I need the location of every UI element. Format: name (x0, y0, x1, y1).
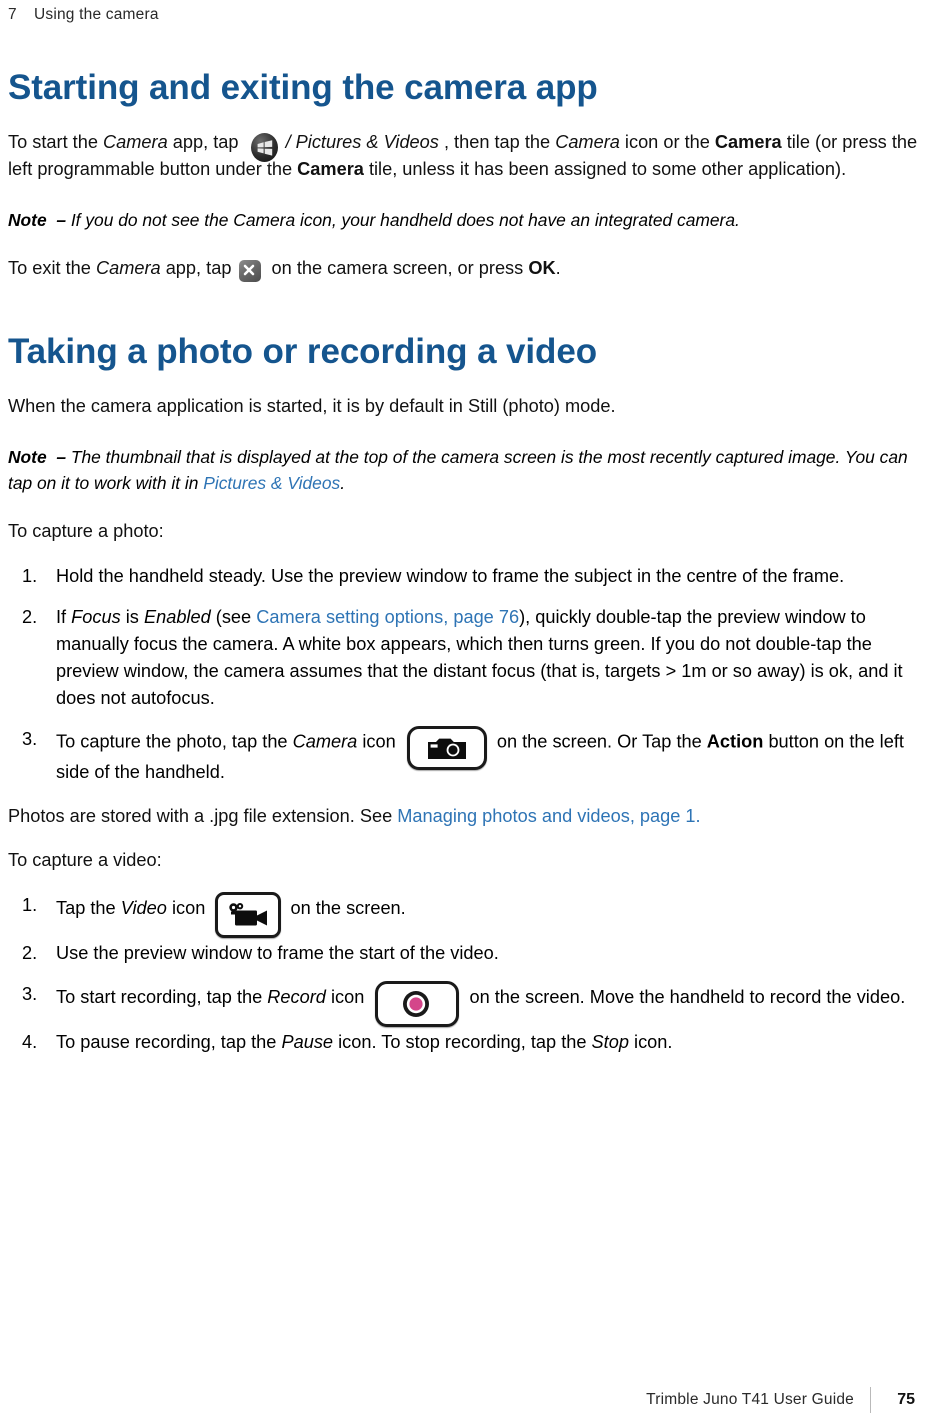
paragraph-photos-stored: Photos are stored with a .jpg file exten… (8, 803, 923, 830)
record-icon[interactable] (375, 980, 460, 1027)
paragraph-exit-camera-app: To exit the Camera app, tap on the camer… (8, 255, 923, 282)
link-managing-photos-videos[interactable]: Managing photos and videos, page 1. (397, 806, 700, 826)
list-item-text: Hold the handheld steady. Use the previe… (56, 565, 845, 586)
text-run: on the screen. Move the handheld to reco… (464, 986, 906, 1007)
paragraph-start-camera-app: To start the Camera app, tap / Pictures … (8, 129, 923, 183)
text-emphasis-focus: Focus (71, 606, 121, 627)
list-item-number: 2. (22, 942, 38, 963)
list-item-number: 4. (22, 1031, 38, 1052)
running-header: 7 Using the camera (8, 0, 923, 32)
text-run: icon (325, 986, 370, 1007)
windows-start-icon (249, 132, 281, 164)
document-page: 7 Using the camera Starting and exiting … (0, 0, 931, 1428)
section-heading-taking-photo-video: Taking a photo or recording a video (8, 331, 597, 371)
text-run: (see (210, 606, 257, 627)
paragraph-to-capture-video: To capture a video: (8, 849, 162, 870)
text-run: icon or the (619, 131, 715, 152)
text-run: If (56, 606, 72, 627)
list-item-number: 1. (22, 565, 38, 586)
text-run: is (120, 606, 144, 627)
text-run: on the screen. (285, 897, 406, 918)
text-run: app, tap (167, 131, 244, 152)
page-footer: Trimble Juno T41 User Guide 75 (0, 1386, 931, 1414)
list-item: 2. If Focus is Enabled (see Camera settin… (8, 604, 923, 712)
text-run: on the camera screen, or press (266, 257, 529, 278)
text-bold-camera: Camera (297, 158, 364, 179)
text-emphasis-enabled: Enabled (143, 606, 211, 627)
text-bold-action: Action (706, 730, 764, 751)
paragraph-default-still-mode: When the camera application is started, … (8, 395, 616, 416)
text-bold-camera: Camera (714, 131, 782, 152)
note-dash: – (56, 209, 66, 230)
note-text: . (340, 472, 346, 493)
section-heading-starting-exiting: Starting and exiting the camera app (8, 68, 598, 107)
list-item: 2. Use the preview window to frame the st… (8, 940, 923, 967)
note-label: Note (8, 209, 47, 230)
list-item-number: 1. (22, 894, 38, 915)
footer-page-number: 75 (897, 1391, 915, 1408)
text-run: tile, unless it has been assigned to som… (363, 158, 847, 179)
link-camera-setting-options[interactable]: Camera setting options, page 76 (256, 607, 519, 627)
link-pictures-and-videos[interactable]: Pictures & Videos (203, 473, 340, 493)
text-run: icon (357, 730, 401, 751)
text-run: icon. To stop recording, tap the (333, 1031, 592, 1052)
text-emphasis-pictures-videos: / Pictures & Videos (285, 131, 439, 152)
text-run: To pause recording, tap the (56, 1031, 282, 1052)
text-emphasis-pause: Pause (281, 1031, 334, 1052)
chapter-number: 7 (8, 6, 17, 23)
text-emphasis-camera: Camera (103, 131, 168, 152)
footer-divider (870, 1387, 871, 1413)
list-item: 1. Hold the handheld steady. Use the prev… (8, 563, 923, 590)
list-item-number: 3. (22, 728, 38, 749)
camera-icon[interactable] (406, 725, 487, 770)
text-emphasis-stop: Stop (591, 1031, 629, 1052)
text-run: icon. (628, 1031, 673, 1052)
note-camera-icon-missing: Note – If you do not see the Camera icon… (8, 207, 923, 233)
note-text: The thumbnail that is displayed at the t… (8, 446, 908, 493)
list-item: 3. To capture the photo, tap the Camera i… (8, 725, 923, 786)
list-item-text: Use the preview window to frame the star… (56, 942, 499, 963)
text-emphasis-camera: Camera (292, 730, 358, 751)
chapter-title: Using the camera (34, 6, 159, 23)
text-run: icon (166, 897, 211, 918)
text-run: on the screen. Or Tap the (491, 730, 707, 751)
text-run: Photos are stored with a .jpg file exten… (8, 805, 398, 826)
text-emphasis-video: Video (120, 897, 167, 918)
list-item-number: 3. (22, 983, 38, 1004)
text-run: To start the (8, 131, 104, 152)
video-camera-icon[interactable] (215, 891, 282, 938)
note-text: If you do not see the Camera icon, your … (70, 209, 740, 230)
list-item-number: 2. (22, 606, 38, 627)
video-steps-list: 1. Tap the Video icon on the screen. 2. Us… (8, 891, 923, 1056)
list-item: 1. Tap the Video icon on the screen. (8, 891, 923, 938)
close-x-icon (238, 259, 264, 284)
note-dash: – (56, 446, 66, 467)
text-emphasis-record: Record (267, 986, 326, 1007)
text-run: To start recording, tap the (56, 986, 268, 1007)
text-emphasis-camera: Camera (95, 257, 161, 278)
footer-document-title: Trimble Juno T41 User Guide (646, 1391, 854, 1408)
text-run: app, tap (160, 257, 237, 278)
text-run: To capture the photo, tap the (56, 730, 293, 751)
list-item: 3. To start recording, tap the Record ico… (8, 980, 923, 1027)
paragraph-to-capture-photo: To capture a photo: (8, 520, 164, 541)
note-label: Note (8, 446, 47, 467)
text-emphasis-camera: Camera (555, 131, 620, 152)
text-run: Tap the (56, 897, 121, 918)
text-bold-ok: OK (528, 257, 556, 278)
text-run: . (555, 257, 561, 278)
list-item: 4. To pause recording, tap the Pause icon… (8, 1029, 923, 1056)
text-run: To exit the (8, 257, 96, 278)
photo-steps-list: 1. Hold the handheld steady. Use the prev… (8, 563, 923, 786)
text-run: , then tap the (438, 131, 556, 152)
note-thumbnail: Note – The thumbnail that is displayed a… (8, 444, 923, 496)
